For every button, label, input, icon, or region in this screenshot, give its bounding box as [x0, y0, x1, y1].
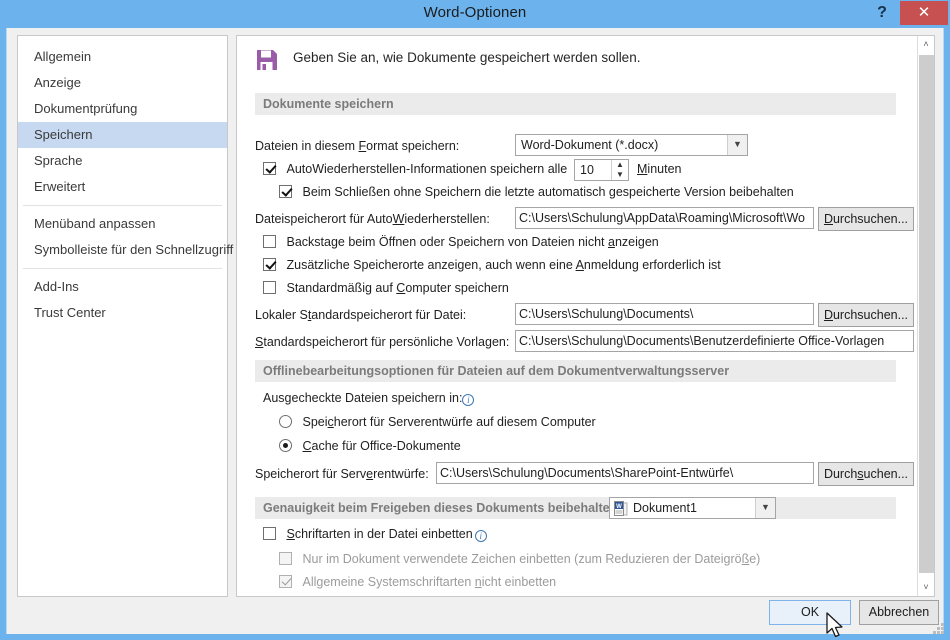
sidebar-divider-2	[23, 268, 222, 269]
scroll-up-icon[interactable]: ˄	[918, 36, 934, 53]
local-default-input[interactable]: C:\Users\Schulung\Documents\	[515, 303, 814, 325]
sidebar-item-trust-center[interactable]: Trust Center	[18, 300, 227, 326]
word-options-dialog: Word-Optionen ? ✕ Allgemein Anzeige Doku…	[0, 0, 950, 640]
server-drafts-input[interactable]: C:\Users\Schulung\Documents\SharePoint-E…	[436, 462, 814, 484]
embed-fonts-row: Schriftarten in der Datei einbetten i	[263, 527, 487, 542]
format-dropdown[interactable]: Word-Dokument (*.docx) ▼	[515, 134, 748, 156]
extra-places-row: Zusätzliche Speicherorte anzeigen, auch …	[263, 258, 721, 272]
embed-used-only-checkbox	[279, 552, 292, 565]
help-button[interactable]: ?	[868, 0, 896, 26]
sidebar-item-erweitert[interactable]: Erweitert	[18, 174, 227, 200]
floppy-disk-icon	[257, 50, 277, 70]
browse-server-drafts-button[interactable]: Durchsuchen...	[818, 462, 914, 486]
section-header-genauigkeit: Genauigkeit beim Freigeben dieses Dokume…	[255, 497, 896, 519]
sidebar-item-add-ins[interactable]: Add-Ins	[18, 274, 227, 300]
format-label: Dateien in diesem Format speichern:	[255, 139, 460, 153]
no-backstage-row: Backstage beim Öffnen oder Speichern von…	[263, 235, 659, 249]
autorecover-checkbox[interactable]	[263, 162, 276, 175]
cancel-button[interactable]: Abbrechen	[859, 600, 939, 625]
stepper-down-icon[interactable]: ▼	[612, 170, 628, 180]
document-select-value: Dokument1	[633, 501, 697, 515]
sidebar-item-schnellzugriff[interactable]: Symbolleiste für den Schnellzugriff	[18, 237, 233, 263]
personal-templates-label: Standardspeicherort für persönliche Vorl…	[255, 335, 510, 349]
no-system-fonts-row: Allgemeine Systemschriftarten nicht einb…	[279, 575, 556, 589]
chevron-down-icon-document[interactable]: ▼	[755, 498, 775, 518]
autorecover-minutes-value: 10	[580, 163, 594, 177]
radio-server-drafts[interactable]	[279, 415, 292, 428]
keep-last-version-label: Beim Schließen ohne Speichern die letzte…	[302, 185, 794, 199]
embed-fonts-checkbox[interactable]	[263, 527, 276, 540]
save-to-computer-checkbox[interactable]	[263, 281, 276, 294]
mouse-cursor	[826, 612, 843, 638]
radio-office-cache-row: Cache für Office-Dokumente	[279, 439, 461, 453]
autorecover-path-label: Dateispeicherort für AutoWiederherstelle…	[255, 212, 490, 226]
options-sidebar: Allgemein Anzeige Dokumentprüfung Speich…	[17, 35, 233, 597]
keep-last-version-checkbox[interactable]	[279, 185, 292, 198]
radio-office-cache[interactable]	[279, 439, 292, 452]
browse-local-default-button[interactable]: Durchsuchen...	[818, 303, 914, 327]
options-pane-content: Geben Sie an, wie Dokumente gespeichert …	[237, 36, 917, 596]
document-select-dropdown[interactable]: W Dokument1 ▼	[609, 497, 776, 519]
personal-templates-input[interactable]: C:\Users\Schulung\Documents\Benutzerdefi…	[515, 330, 914, 352]
pane-header: Geben Sie an, wie Dokumente gespeichert …	[255, 45, 895, 79]
autorecover-row: AutoWiederherstellen-Informationen speic…	[263, 162, 567, 176]
pane-header-text: Geben Sie an, wie Dokumente gespeichert …	[293, 50, 641, 65]
extra-places-checkbox[interactable]	[263, 258, 276, 271]
title-bar[interactable]: Word-Optionen ? ✕	[0, 0, 950, 28]
server-drafts-label: Speicherort für Serverentwürfe:	[255, 467, 429, 481]
sidebar-item-dokumentpruefung[interactable]: Dokumentprüfung	[18, 96, 227, 122]
sidebar-item-sprache[interactable]: Sprache	[18, 148, 227, 174]
embed-used-only-row: Nur im Dokument verwendete Zeichen einbe…	[279, 552, 760, 566]
checkout-label-text: Ausgecheckte Dateien speichern in:	[263, 391, 463, 405]
autorecover-minutes-stepper[interactable]: 10 ▲ ▼	[574, 159, 629, 181]
section-header-genauigkeit-text: Genauigkeit beim Freigeben dieses Dokume…	[263, 501, 622, 515]
stepper-buttons[interactable]: ▲ ▼	[611, 160, 628, 180]
radio-server-drafts-row: Speicherort für Serverentwürfe auf diese…	[279, 415, 596, 429]
stepper-up-icon[interactable]: ▲	[612, 160, 628, 170]
chevron-down-icon[interactable]: ▼	[727, 135, 747, 155]
section-header-offline: Offlinebearbeitungsoptionen für Dateien …	[255, 360, 896, 382]
local-default-label: Lokaler Standardspeicherort für Datei:	[255, 308, 467, 322]
keep-last-version-row: Beim Schließen ohne Speichern die letzte…	[279, 185, 794, 199]
sidebar-item-allgemein[interactable]: Allgemein	[18, 44, 227, 70]
close-button[interactable]: ✕	[900, 1, 948, 25]
scroll-down-icon[interactable]: ˅	[918, 579, 934, 596]
window-title: Word-Optionen	[423, 4, 527, 21]
sidebar-item-speichern[interactable]: Speichern	[18, 122, 227, 148]
resize-grip[interactable]	[932, 622, 945, 635]
autorecover-path-input[interactable]: C:\Users\Schulung\AppData\Roaming\Micros…	[515, 207, 814, 229]
svg-text:W: W	[616, 504, 622, 510]
no-backstage-checkbox[interactable]	[263, 235, 276, 248]
sidebar-divider-1	[23, 205, 222, 206]
no-system-fonts-checkbox	[279, 575, 292, 588]
sidebar-item-anzeige[interactable]: Anzeige	[18, 70, 227, 96]
format-dropdown-value: Word-Dokument (*.docx)	[521, 138, 659, 152]
info-icon[interactable]: i	[462, 394, 475, 406]
sidebar-item-menueband-anpassen[interactable]: Menüband anpassen	[18, 211, 227, 237]
options-pane: Geben Sie an, wie Dokumente gespeichert …	[236, 35, 935, 597]
save-to-computer-row: Standardmäßig auf Computer speichern	[263, 281, 509, 295]
info-icon-embed-fonts[interactable]: i	[474, 530, 487, 542]
scrollbar-thumb[interactable]	[919, 55, 934, 573]
checkout-label: Ausgecheckte Dateien speichern in: i	[263, 391, 475, 406]
dialog-body: Allgemein Anzeige Dokumentprüfung Speich…	[6, 28, 944, 634]
browse-autorecover-button[interactable]: Durchsuchen...	[818, 207, 914, 231]
pane-scrollbar[interactable]: ˄ ˅	[917, 36, 934, 596]
word-document-icon: W	[614, 501, 628, 516]
section-header-dokumente-speichern: Dokumente speichern	[255, 93, 896, 115]
minutes-label: Minuten	[637, 162, 682, 176]
